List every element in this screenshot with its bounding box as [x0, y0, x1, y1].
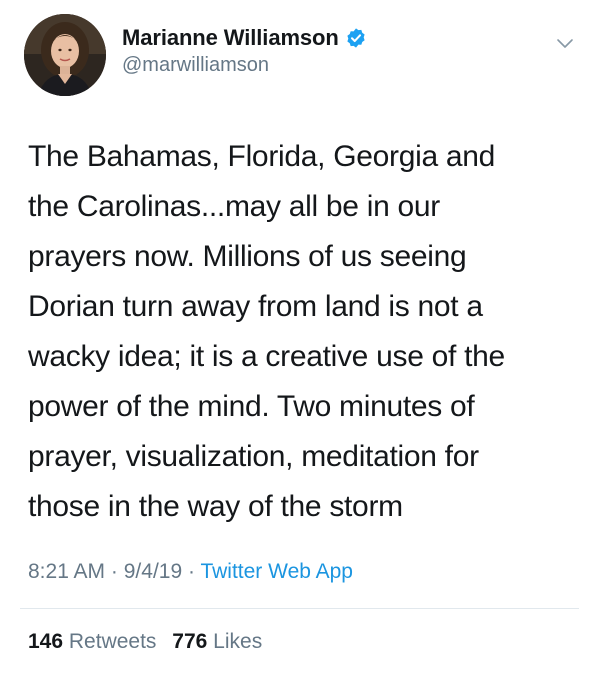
likes-count: 776 — [172, 630, 208, 653]
tweet-source-link[interactable]: Twitter Web App — [200, 560, 353, 583]
display-name-row: Marianne Williamson — [122, 24, 367, 52]
chevron-down-icon[interactable] — [554, 32, 576, 54]
meta-separator: · — [187, 560, 195, 583]
divider — [20, 608, 579, 609]
retweets-stat[interactable]: 146 Retweets — [28, 630, 156, 653]
tweet-card: Marianne Williamson @marwilliamson The B… — [0, 0, 599, 680]
meta-separator: · — [110, 560, 118, 583]
verified-badge-icon — [345, 27, 367, 49]
retweets-count: 146 — [28, 630, 64, 653]
tweet-time[interactable]: 8:21 AM — [28, 560, 105, 583]
likes-stat[interactable]: 776 Likes — [172, 630, 262, 653]
author-names: Marianne Williamson @marwilliamson — [122, 24, 367, 77]
likes-label: Likes — [213, 630, 263, 653]
avatar[interactable] — [24, 14, 106, 96]
author-handle[interactable]: @marwilliamson — [122, 54, 367, 77]
profile-photo — [24, 14, 106, 96]
retweets-label: Retweets — [68, 630, 157, 653]
tweet-header: Marianne Williamson @marwilliamson — [22, 14, 582, 98]
tweet-meta: 8:21 AM · 9/4/19 · Twitter Web App — [28, 560, 353, 584]
tweet-stats: 146 Retweets 776 Likes — [28, 630, 262, 654]
tweet-date[interactable]: 9/4/19 — [124, 560, 182, 583]
display-name[interactable]: Marianne Williamson — [122, 25, 339, 51]
tweet-text: The Bahamas, Florida, Georgia and the Ca… — [28, 140, 505, 523]
